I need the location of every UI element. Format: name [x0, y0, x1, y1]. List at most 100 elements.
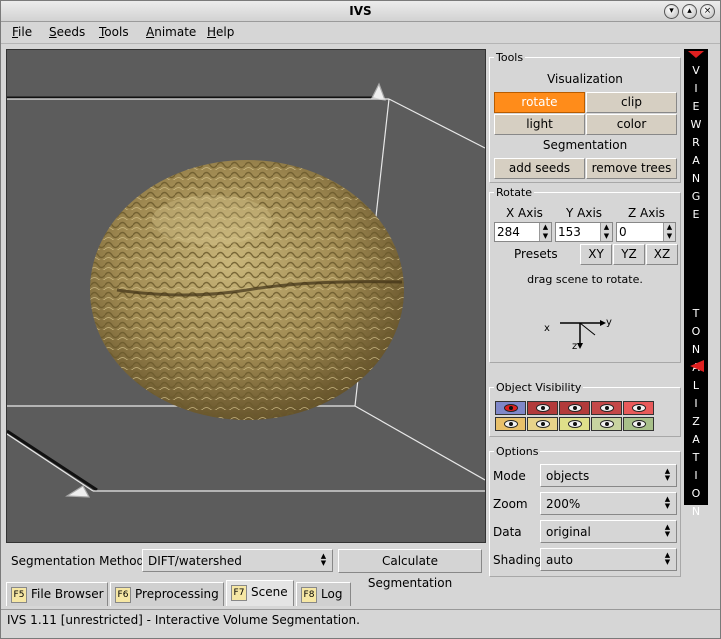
mode-label: Mode: [493, 469, 526, 483]
eye-icon: [536, 420, 550, 428]
tab-scene[interactable]: F7 Scene: [226, 580, 294, 606]
preset-yz-button[interactable]: YZ: [613, 244, 645, 265]
side-letter: N: [691, 172, 701, 185]
title-bar: IVS ▾ ▴ ×: [1, 1, 720, 22]
z-axis-spinbox[interactable]: 0 ▲ ▼: [616, 222, 676, 242]
menu-file[interactable]: File: [12, 25, 32, 39]
zoom-label: Zoom: [493, 497, 528, 511]
menu-help[interactable]: Help: [207, 25, 234, 39]
side-letter: W: [690, 118, 702, 131]
fkey-badge: F7: [231, 584, 247, 601]
x-axis-label: X Axis: [506, 206, 543, 220]
bottom-tab-bar: F5 File Browser F6 Preprocessing F7 Scene F…: [6, 580, 716, 608]
status-bar: IVS 1.11 [unrestricted] - Interactive Vo…: [1, 609, 720, 631]
object-visibility-toggle[interactable]: [591, 401, 622, 415]
spin-arrows-icon[interactable]: ▲ ▼: [600, 223, 612, 241]
updown-icon: ▲ ▼: [664, 551, 671, 566]
menu-tools[interactable]: Tools: [99, 25, 129, 39]
minimize-button[interactable]: ▾: [664, 4, 679, 19]
shading-select[interactable]: auto ▲ ▼: [540, 548, 677, 571]
maximize-icon: ▴: [687, 6, 692, 16]
tab-log[interactable]: F8 Log: [296, 582, 351, 606]
side-letter: E: [692, 208, 700, 221]
object-visibility-toggle[interactable]: [623, 401, 654, 415]
z-axis-label: Z Axis: [628, 206, 665, 220]
side-letter: T: [692, 307, 700, 320]
add-seeds-button[interactable]: add seeds: [494, 158, 585, 179]
options-title: Options: [494, 445, 541, 458]
preset-xz-button[interactable]: XZ: [646, 244, 678, 265]
side-letter: V: [692, 64, 700, 77]
eye-icon: [632, 404, 646, 412]
tonal-marker-icon: [690, 360, 704, 372]
tonalization-bar[interactable]: TONALIZATION: [684, 305, 708, 518]
side-letter: Z: [692, 415, 700, 428]
segmentation-method-select[interactable]: DIFT/watershed ▲ ▼: [142, 549, 333, 572]
rotate-title: Rotate: [494, 186, 535, 199]
hidden-object-toggle[interactable]: [495, 401, 526, 415]
close-button[interactable]: ×: [700, 4, 715, 19]
object-visibility-toggle[interactable]: [591, 417, 622, 431]
maximize-button[interactable]: ▴: [682, 4, 697, 19]
tools-panel: Tools Visualization rotate clip light co…: [489, 51, 681, 183]
side-letter: R: [692, 136, 700, 149]
side-letter: O: [691, 325, 701, 338]
remove-trees-button[interactable]: remove trees: [586, 158, 677, 179]
color-tool-button[interactable]: color: [586, 114, 677, 135]
side-letter: N: [691, 505, 701, 518]
updown-icon: ▲ ▼: [320, 552, 327, 567]
side-letter: O: [691, 487, 701, 500]
clip-tool-button[interactable]: clip: [586, 92, 677, 113]
view-range-label: VIEWRANGE: [684, 62, 708, 224]
presets-label: Presets: [514, 247, 558, 261]
side-letter: L: [692, 379, 700, 392]
eye-icon: [600, 404, 614, 412]
scene-viewport[interactable]: [6, 49, 486, 543]
spin-arrows-icon[interactable]: ▲ ▼: [663, 223, 675, 241]
rotate-hint: drag scene to rotate.: [527, 273, 643, 286]
object-visibility-toggle[interactable]: [495, 417, 526, 431]
data-label: Data: [493, 525, 522, 539]
updown-icon: ▲ ▼: [664, 523, 671, 538]
axis-y-label: y: [606, 317, 612, 328]
object-visibility-toggle[interactable]: [527, 417, 558, 431]
side-letter: I: [694, 469, 698, 482]
menu-animate[interactable]: Animate: [146, 25, 196, 39]
object-visibility-toggle[interactable]: [623, 417, 654, 431]
object-visibility-toggle[interactable]: [559, 401, 590, 415]
eye-icon: [536, 404, 550, 412]
y-axis-spinbox[interactable]: 153 ▲ ▼: [555, 222, 613, 242]
side-letter: I: [694, 82, 698, 95]
eye-icon: [504, 420, 518, 428]
preset-xy-button[interactable]: XY: [580, 244, 612, 265]
y-axis-label: Y Axis: [566, 206, 603, 220]
tab-preprocessing[interactable]: F6 Preprocessing: [110, 582, 224, 606]
mode-select[interactable]: objects ▲ ▼: [540, 464, 677, 487]
updown-icon: ▲ ▼: [664, 467, 671, 482]
object-visibility-toggle[interactable]: [527, 401, 558, 415]
rotate-panel: Rotate X Axis Y Axis Z Axis 284 ▲ ▼ 153 ▲…: [489, 186, 681, 363]
calculate-segmentation-button[interactable]: Calculate Segmentation: [338, 549, 482, 590]
spin-arrows-icon[interactable]: ▲ ▼: [539, 223, 551, 241]
fkey-badge: F6: [115, 586, 131, 603]
x-axis-spinbox[interactable]: 284 ▲ ▼: [494, 222, 552, 242]
object-visibility-toggle[interactable]: [559, 417, 590, 431]
segmentation-method-label: Segmentation Method:: [11, 554, 149, 568]
side-letter: A: [692, 154, 700, 167]
menu-seeds[interactable]: Seeds: [49, 25, 85, 39]
close-icon: ×: [703, 6, 712, 16]
light-tool-button[interactable]: light: [494, 114, 585, 135]
rotate-tool-button[interactable]: rotate: [494, 92, 585, 113]
zoom-select[interactable]: 200% ▲ ▼: [540, 492, 677, 515]
scene-canvas: [7, 82, 485, 498]
data-select[interactable]: original ▲ ▼: [540, 520, 677, 543]
visibility-title: Object Visibility: [494, 381, 584, 394]
view-range-bar[interactable]: VIEWRANGE: [684, 49, 708, 305]
axis-x-label: x: [544, 323, 550, 334]
eye-icon: [504, 404, 518, 412]
side-letter: A: [692, 433, 700, 446]
updown-icon: ▲ ▼: [664, 495, 671, 510]
minimize-icon: ▾: [669, 6, 674, 16]
tab-file-browser[interactable]: F5 File Browser: [6, 582, 108, 606]
eye-icon: [600, 420, 614, 428]
